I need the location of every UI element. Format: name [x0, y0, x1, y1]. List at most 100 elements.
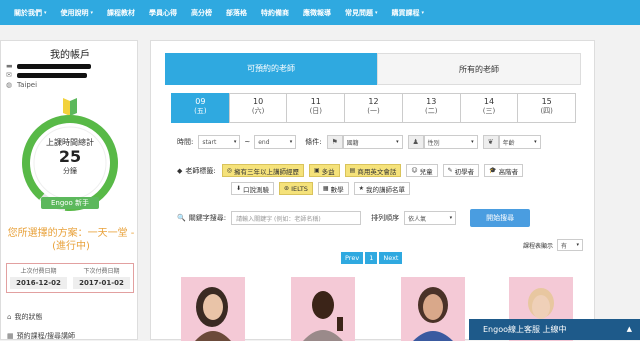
- sort-select[interactable]: 依人氣 ▾: [404, 211, 457, 225]
- teacher-search-panel: 可預約的老師 所有的老師 09 (五) 10 (六) 11 (日) 12 (一) 13 (二) 14…: [150, 40, 595, 341]
- teacher-tag[interactable]: ◎ 擁有三年以上講師經歷: [221, 164, 304, 177]
- per-page-select[interactable]: 有 ▾: [557, 239, 584, 251]
- date-tab-0[interactable]: 09 (五): [171, 93, 230, 123]
- account-sidebar: 我的帳戶 ▬ ✉ ◍ Taipei 上課時間總計 25 分鐘 Engoo 新手 …: [0, 40, 138, 340]
- chevron-down-icon: ▾: [396, 139, 399, 145]
- teacher-portrait: [401, 277, 465, 341]
- nav-item-label: 部落格: [226, 8, 248, 17]
- nav-item-3[interactable]: 學員心得: [135, 0, 177, 25]
- teacher-photo[interactable]: [181, 277, 245, 341]
- nationality-value: 國籍: [346, 139, 359, 147]
- age-select[interactable]: 年齡 ▾: [498, 135, 541, 149]
- nav-item-label: 應徵報導: [303, 8, 332, 17]
- nav-item-9[interactable]: 購買課程 ▾: [378, 0, 425, 25]
- teacher-photo[interactable]: [291, 277, 355, 341]
- nav-item-7[interactable]: 應徵報導: [289, 0, 331, 25]
- gender-select[interactable]: 性別 ▾: [423, 135, 478, 149]
- date-number: 14: [483, 97, 495, 106]
- nav-item-label: 常見問題: [345, 8, 374, 17]
- condition-label: 條件:: [305, 138, 322, 146]
- sidebar-item-label: 我的狀態: [14, 313, 43, 321]
- date-tab-2[interactable]: 11 (日): [286, 93, 346, 123]
- account-title: 我的帳戶: [50, 50, 90, 61]
- weekday-label: (二): [425, 107, 438, 115]
- teacher-tag[interactable]: ▤ 商用英文會話: [344, 164, 402, 177]
- search-button[interactable]: 開始搜尋: [470, 209, 531, 227]
- nav-item-8[interactable]: 常見問題 ▾: [331, 0, 378, 25]
- filter-row: 時間: start ▾ ~ end ▾ 條件: ⚑ 國籍 ▾ ♟ 性別 ▾ ❦ …: [177, 135, 541, 149]
- date-tab-6[interactable]: 15 (四): [517, 93, 577, 123]
- age-value: 年齡: [502, 139, 515, 147]
- nav-item-2[interactable]: 課程教材: [93, 0, 135, 25]
- per-page-value: 有: [561, 242, 568, 250]
- chevron-down-icon: ▾: [233, 139, 237, 145]
- tag-label: 我的講師名單: [365, 185, 405, 194]
- weekday-label: (三): [482, 107, 496, 115]
- sidebar-item-status[interactable]: ⌂ 我的狀態: [7, 312, 42, 322]
- tab-all-teachers[interactable]: 所有的老師: [377, 53, 581, 85]
- nav-item-5[interactable]: 部落格: [212, 0, 247, 25]
- prev-page-button[interactable]: Prev: [341, 252, 364, 264]
- date-tab-4[interactable]: 13 (二): [401, 93, 461, 123]
- nav-item-label: 購買課程: [391, 8, 420, 17]
- teacher-tag[interactable]: ☺ 兒童: [406, 164, 438, 177]
- teacher-tag[interactable]: ★ 我的講師名單: [353, 182, 410, 195]
- teacher-tag[interactable]: ▣ 多益: [309, 164, 340, 177]
- weekday-label: (五): [194, 107, 207, 115]
- teacher-photo[interactable]: [401, 277, 465, 341]
- next-page-button[interactable]: Next: [379, 252, 403, 264]
- teacher-tag[interactable]: ⊛ IELTS: [279, 182, 313, 195]
- tag-icon: ✎: [447, 167, 453, 174]
- end-time-select[interactable]: end ▾: [254, 135, 297, 149]
- sort-label: 排列順序: [371, 214, 400, 222]
- range-separator: ~: [244, 138, 251, 146]
- nav-item-6[interactable]: 特約備商: [247, 0, 289, 25]
- tab-bookable-teachers[interactable]: 可預約的老師: [165, 53, 377, 85]
- account-location: Taipei: [17, 81, 38, 89]
- start-time-select[interactable]: start ▾: [198, 135, 241, 149]
- live-chat-bar[interactable]: Engoo線上客服 上線中 ▲: [469, 319, 640, 340]
- teacher-tag[interactable]: ▦ 數學: [317, 182, 349, 195]
- teacher-portrait: [181, 277, 245, 341]
- date-tab-3[interactable]: 12 (一): [344, 93, 403, 123]
- person-icon: ♟: [407, 135, 424, 149]
- nationality-select[interactable]: 國籍 ▾: [342, 135, 403, 149]
- teacher-tag[interactable]: ⬇ 口說測驗: [231, 182, 275, 195]
- time-label: 時間:: [177, 138, 194, 146]
- tag-icon: ☺: [411, 167, 418, 174]
- date-selector: 09 (五) 10 (六) 11 (日) 12 (一) 13 (二) 14 (三) 15 (四): [171, 93, 577, 123]
- nav-item-4[interactable]: 高分榜: [177, 0, 212, 25]
- chevron-down-icon: ▾: [576, 242, 580, 248]
- account-email-row: ✉: [6, 72, 87, 79]
- tag-icon: ▦: [322, 185, 329, 192]
- start-time-value: start: [202, 138, 217, 146]
- gauge-value: 25: [58, 147, 82, 166]
- nav-item-label: 關於我們: [14, 8, 42, 17]
- nav-item-1[interactable]: 使用說明 ▾: [47, 0, 94, 25]
- teacher-tabs: 可預約的老師 所有的老師: [165, 53, 581, 85]
- tag-icon: ◎: [226, 167, 232, 174]
- chevron-down-icon: ▾: [289, 139, 293, 145]
- tag-icon: ⊛: [284, 185, 290, 192]
- globe-icon: ◍: [6, 80, 13, 89]
- tag-icon: ◆: [177, 166, 183, 175]
- date-tab-1[interactable]: 10 (六): [228, 93, 288, 123]
- tag-icon: ★: [358, 185, 364, 192]
- keyword-input[interactable]: 請輸入關鍵字 (例如：老師名稱): [231, 211, 362, 225]
- chevron-up-icon[interactable]: ▲: [627, 319, 632, 340]
- top-navigation: 關於我們 ▾ 使用說明 ▾ 課程教材 學員心得 高分榜 部落格 特約備商 應徵報導 常見問題 ▾ 購買課…: [0, 0, 640, 25]
- date-number: 13: [426, 97, 437, 106]
- teacher-tag[interactable]: ✎ 初學者: [442, 164, 480, 177]
- teacher-tag[interactable]: 🎓 高階者: [484, 164, 524, 177]
- nav-item-0[interactable]: 關於我們 ▾: [0, 0, 47, 25]
- last-payment-label: 上次付費日期: [20, 268, 57, 275]
- date-tab-5[interactable]: 14 (三): [459, 93, 519, 123]
- end-time-value: end: [258, 138, 270, 146]
- tag-label: 數學: [330, 185, 344, 194]
- tags-label: 老師標籤:: [185, 166, 216, 175]
- plan-status: 您所選擇的方案：一天一堂 - (進行中): [7, 228, 135, 252]
- nav-item-label: 特約備商: [261, 8, 290, 17]
- page-1-button[interactable]: 1: [365, 252, 378, 264]
- per-page-row: 課程表顯示 有 ▾: [523, 239, 584, 251]
- tag-icon: ▣: [314, 167, 320, 174]
